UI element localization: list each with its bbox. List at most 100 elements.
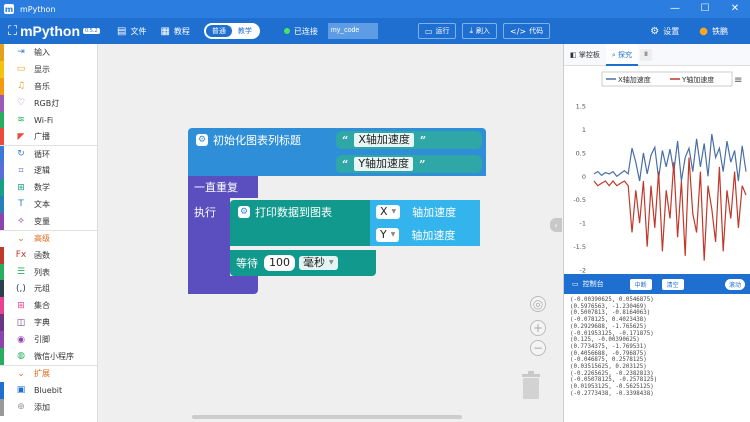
maximize-button[interactable]: ☐ — [690, 0, 720, 18]
forever-footer — [188, 276, 258, 294]
filename-input[interactable] — [327, 23, 378, 39]
sidebar-item[interactable]: ↻ 循环 — [0, 145, 97, 163]
clear-button[interactable]: 清空 — [661, 278, 684, 290]
category-color-bar — [0, 246, 4, 264]
category-icon: ⟡ — [18, 216, 24, 227]
sidebar-item[interactable]: ◤ 广播 — [0, 128, 97, 146]
y-tick-label: -1.5 — [573, 243, 586, 251]
y-accel-block[interactable]: Y ▼ 轴加速度 — [370, 224, 480, 246]
sidebar-item[interactable]: ⌄ 扩展 — [0, 364, 97, 382]
run-button[interactable]: ▭ 运行 — [417, 23, 457, 39]
mode-normal-tab[interactable]: 普通 — [205, 25, 232, 37]
console-output[interactable]: (-0.00390625, 0.0546875) (0.5976563, -1.2… — [564, 294, 750, 422]
category-color-bar — [0, 381, 4, 399]
gear-icon: ⚙ — [238, 206, 250, 218]
sidebar-item[interactable]: ⌗ 逻辑 — [0, 162, 97, 180]
console-line: (0.01953125, -0.5625125) — [570, 384, 654, 391]
do-label: 执行 — [194, 206, 216, 219]
tutorial-menu[interactable]: ▦ 教程 — [160, 26, 189, 37]
sidebar-item[interactable]: ⊞ 数学 — [0, 179, 97, 197]
x-axis-dropdown[interactable]: X ▼ — [376, 205, 401, 219]
sidebar-item[interactable]: ◍ 微信小程序 — [0, 348, 97, 365]
x-label-string[interactable]: “ X轴加速度 ” — [336, 131, 482, 149]
sidebar-item[interactable]: ⇥ 输入 — [0, 44, 97, 61]
trash-icon[interactable] — [520, 370, 542, 400]
user-menu[interactable]: ● 铁鹏 — [699, 26, 728, 37]
zoom-out-icon[interactable]: − — [530, 340, 546, 356]
block-workspace[interactable]: ⚙ 初始化图表列标题 “ X轴加速度 ” “ Y轴加速度 ” 一直重复 执行 ⚙… — [104, 44, 563, 422]
sidebar-item-label: 微信小程序 — [34, 351, 74, 361]
sidebar-item[interactable]: ◫ 字典 — [0, 314, 97, 332]
category-color-bar — [0, 348, 4, 365]
code-label: 代码 — [529, 27, 544, 35]
settings-menu[interactable]: ⚙ 设置 — [650, 26, 679, 37]
sidebar-item[interactable]: ▭ 显示 — [0, 60, 97, 78]
forever-block[interactable]: 一直重复 — [188, 176, 258, 198]
category-icon: ◫ — [16, 317, 26, 328]
pause-button[interactable]: II — [640, 48, 652, 61]
sidebar-item[interactable]: ⊕ 添加 — [0, 398, 97, 416]
category-icon: ▣ — [16, 385, 26, 396]
x-accel-block[interactable]: X ▼ 轴加速度 — [370, 200, 480, 224]
recenter-icon[interactable]: ◎ — [530, 296, 546, 312]
gear-icon: ⚙ — [196, 134, 208, 146]
sidebar-item[interactable]: Fx 函数 — [0, 246, 97, 264]
sidebar-item[interactable]: T 文本 — [0, 196, 97, 213]
console-icon: ▭ — [572, 280, 579, 288]
sidebar-item[interactable]: ♫ 音乐 — [0, 77, 97, 95]
sidebar-item[interactable]: ▣ Bluebit — [0, 381, 97, 399]
wait-value-input[interactable]: 100 — [264, 255, 295, 271]
code-button[interactable]: </> 代码 — [503, 23, 551, 39]
zoom-in-icon[interactable]: + — [530, 320, 546, 336]
unit-dropdown[interactable]: 毫秒 ▼ — [299, 256, 338, 270]
app-icon: m — [4, 4, 14, 14]
sidebar-item[interactable]: ◉ 引脚 — [0, 331, 97, 349]
sidebar-item-label: 音乐 — [34, 81, 50, 91]
sidebar-item[interactable]: ⌄ 高级 — [0, 229, 97, 247]
right-panel-tabs: ◧ 掌控板 ⌕ 探究 II — [564, 43, 750, 66]
tutorial-menu-label: 教程 — [173, 26, 190, 36]
category-sidebar: ⇥ 输入 ▭ 显示 ♫ 音乐 ♡ RGB灯 ≋ Wi-Fi ◤ 广播 ↻ 循环 ⌗ 逻辑 ⊞ 数学 T 文本 ⟡ 变量 ⌄ 高… — [0, 44, 98, 422]
board-icon: ◧ — [570, 50, 579, 59]
wait-block[interactable]: 等待 100 毫秒 ▼ — [230, 250, 376, 276]
workspace-scrollbar[interactable] — [192, 415, 462, 419]
category-color-bar — [0, 263, 4, 281]
sidebar-item-label: 字典 — [34, 318, 50, 328]
autoscroll-toggle[interactable]: 滚动 — [724, 278, 745, 290]
file-menu[interactable]: ▤ 文件 — [117, 26, 146, 37]
mode-switch: 普通 教学 — [203, 23, 260, 39]
y-tick-label: -0.5 — [573, 196, 586, 204]
logo-icon: ⛶ — [8, 23, 18, 39]
category-icon: ♡ — [16, 98, 26, 109]
sidebar-item[interactable]: ⊞ 集合 — [0, 297, 97, 315]
interrupt-button[interactable]: 中断 — [629, 278, 652, 290]
minimize-button[interactable]: — — [660, 0, 690, 18]
y-label-value[interactable]: Y轴加速度 — [354, 157, 414, 171]
mode-teach-tab[interactable]: 教学 — [232, 25, 258, 37]
file-menu-label: 文件 — [130, 26, 147, 36]
sidebar-item[interactable]: (,) 元组 — [0, 280, 97, 298]
unit-value: 毫秒 — [303, 256, 325, 269]
connection-status[interactable]: 已连接 — [283, 26, 318, 37]
category-color-bar — [0, 179, 4, 197]
tab-explore[interactable]: ⌕ 探究 — [605, 43, 638, 66]
sidebar-item[interactable]: ♡ RGB灯 — [0, 94, 97, 112]
x-label-value[interactable]: X轴加速度 — [354, 133, 414, 147]
y-axis-dropdown[interactable]: Y ▼ — [376, 228, 400, 242]
sidebar-item-label: 数学 — [34, 183, 50, 193]
collapse-panel-icon[interactable]: › — [550, 218, 562, 232]
flash-button[interactable]: ⤓ 刷入 — [462, 23, 498, 39]
download-icon: ⤓ — [469, 26, 474, 35]
close-button[interactable]: ✕ — [720, 0, 750, 18]
category-icon: Fx — [15, 250, 27, 261]
init-chart-title-block[interactable]: ⚙ 初始化图表列标题 “ X轴加速度 ” — [188, 128, 486, 152]
sidebar-item[interactable]: ⟡ 变量 — [0, 212, 97, 230]
sidebar-item[interactable]: ☰ 列表 — [0, 263, 97, 281]
sidebar-item-label: 函数 — [34, 250, 50, 260]
category-icon: ⊕ — [17, 402, 25, 413]
sidebar-item[interactable]: ≋ Wi-Fi — [0, 111, 97, 129]
wait-label: 等待 — [236, 257, 258, 270]
tab-board[interactable]: ◧ 掌控板 — [564, 44, 606, 66]
y-tick-label: -2 — [580, 267, 586, 275]
y-label-string[interactable]: “ Y轴加速度 ” — [336, 155, 482, 173]
